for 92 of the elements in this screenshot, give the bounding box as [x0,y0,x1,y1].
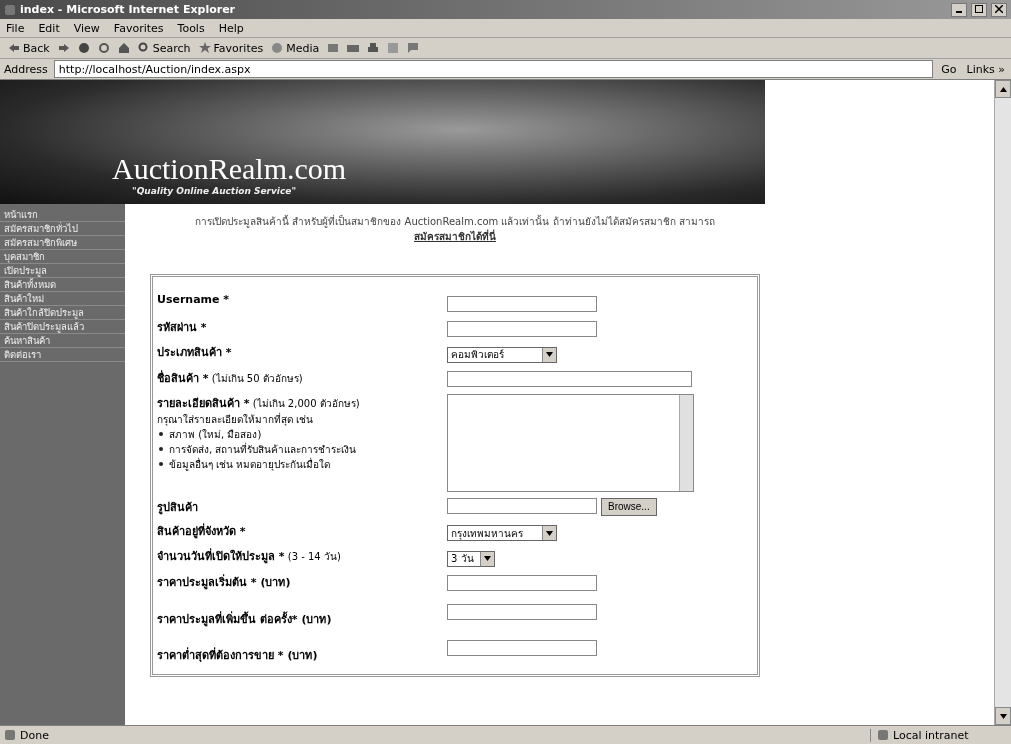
down-arrow-icon [999,713,1007,719]
links-button[interactable]: Links » [964,62,1007,76]
toolbar-button[interactable]: Media [269,41,322,55]
scrollbar[interactable] [679,394,693,491]
sidebar-link[interactable]: สินค้าปิดประมูลแล้ว [0,320,125,334]
dropdown-value: คอมพิวเตอร์ [451,348,504,362]
field-label: สินค้าอยู่ที่จังหวัด * [157,524,246,538]
menu-item[interactable]: File [6,21,25,35]
dropdown-arrow-icon [484,556,491,561]
dropdown-arrow-icon [546,352,553,357]
sidebar-link[interactable]: หน้าแรก [0,208,125,222]
field-label: จำนวนวันที่เปิดให้ประมูล * [157,550,285,563]
field-label: ชื่อสินค้า * [157,371,209,385]
bullet-item: ข้อมูลอื่นๆ เช่น หมดอายุประกันเมื่อใด [169,458,331,470]
dropdown-arrow-icon [546,530,553,536]
menu-item[interactable]: Favorites [113,21,164,35]
sidebar-link[interactable]: สินค้าทั้งหมด [0,278,125,292]
slogan: "Quality Online Auction Service" [132,186,298,196]
dropdown[interactable]: กรุงเทพมหานคร [447,525,557,541]
text-input[interactable] [447,640,597,656]
scroll-down-button[interactable] [995,707,1011,725]
scroll-up-button[interactable] [995,80,1011,98]
text-input[interactable] [447,604,597,620]
dropdown-value: 3 วัน [451,552,474,566]
dropdown[interactable]: 3 วัน [447,550,495,567]
bullet-icon [159,431,163,436]
field-note: (3 - 14 วัน) [286,551,341,562]
sidebar-link[interactable]: สมัครสมาชิกพิเศษ [0,236,125,250]
sidebar-link[interactable]: สมัครสมาชิกทั่วไป [0,222,125,236]
print-icon [367,42,380,54]
field-label: ประเภทสินค้า * [157,346,232,359]
home-icon [117,42,130,54]
sidebar-link[interactable]: สินค้าใกล้ปิดประมูล [0,306,125,320]
field-hint: กรุณาใส่รายละเอียดให้มากที่สุด เช่น [157,411,315,427]
notice-text: การเปิดประมูลสินค้านี้ สำหรับผู้ที่เป็นสมาชิกของ AuctionRealm.com แล้วเท่านั้น ถ้าท่านยังไม่ได้สมัครสมาชิก สามารถ สมัครสมาชิกได้ที่นี่ [194,214,716,244]
register-link[interactable]: สมัครสมาชิกได้ที่นี่ [414,231,496,242]
address-label: Address [4,62,48,76]
menu-item[interactable]: Tools [177,21,205,35]
bullet-item: สภาพ (ใหม่, มือสอง) [169,428,262,440]
text-input[interactable] [447,295,597,312]
field-note: (ไม่เกิน 2,000 ตัวอักษร) [251,397,360,409]
menu-item[interactable]: Edit [38,21,60,35]
sidebar-link[interactable]: ค้นหาสินค้า [0,334,125,348]
field-label: ราคาประมูลเริ่มต้น * (บาท) [157,575,291,589]
text-input[interactable] [447,575,597,591]
stop-icon [77,42,90,54]
sidebar-link[interactable]: ติดต่อเรา [0,348,125,362]
field-label: Username * [157,293,230,306]
minimize-icon [956,10,962,13]
file-input[interactable] [447,497,597,514]
star-icon [198,42,211,54]
browse-button[interactable]: Browse... [601,497,657,516]
bullet-item: การจัดส่ง, สถานที่รับสินค้าและการชำระเงิน [169,443,357,455]
field-label: รูปสินค้า [157,500,198,514]
field-label: รายละเอียดสินค้า * [157,396,250,410]
menu-item[interactable]: View [73,21,100,35]
field-label: ราคาต่ำสุดที่ต้องการขาย * (บาท) [157,648,318,662]
menu-item[interactable]: Help [218,21,244,35]
toolbar-button[interactable]: Back [6,41,52,55]
sidebar-link[interactable]: สินค้าใหม่ [0,292,125,306]
dropdown-value: กรุงเทพมหานคร [451,526,523,541]
field-note: (ไม่เกิน 50 ตัวอักษร) [210,372,303,384]
search-icon [137,42,150,54]
discuss-icon [407,42,420,54]
toolbar-button[interactable]: Search [135,41,193,55]
up-arrow-icon [999,86,1007,92]
text-area[interactable] [447,393,694,492]
window-title: index - Microsoft Internet Explorer [20,3,237,16]
close-icon [995,4,1003,13]
maximize-button[interactable] [971,2,987,17]
forward-arrow-icon [57,42,70,54]
maximize-icon [975,4,983,13]
sidebar-link[interactable]: เปิดประมูล [0,264,125,278]
minimize-button[interactable] [951,2,967,17]
zone-text: Local intranet [893,728,969,742]
refresh-icon [97,42,110,54]
close-button[interactable] [991,2,1007,17]
toolbar-button[interactable]: Favorites [196,41,266,55]
back-arrow-icon [8,42,20,54]
field-label: รหัสผ่าน * [157,321,207,334]
text-input[interactable] [447,371,692,387]
field-label: ราคาประมูลที่เพิ่มขึ้น ต่อครั้ง* (บาท) [157,612,332,626]
text-input[interactable] [447,320,597,337]
scrollbar[interactable] [994,80,1011,725]
bullet-icon [159,461,163,466]
go-button[interactable]: Go [939,62,959,76]
logo: AuctionRealm.com [112,152,348,186]
sidebar-link[interactable]: บุคสมาชิก [0,250,125,264]
bullet-icon [159,446,163,451]
status-text: Done [20,728,50,742]
address-field[interactable]: http://localhost/Auction/index.aspx [53,60,934,78]
dropdown[interactable]: คอมพิวเตอร์ [447,346,557,363]
